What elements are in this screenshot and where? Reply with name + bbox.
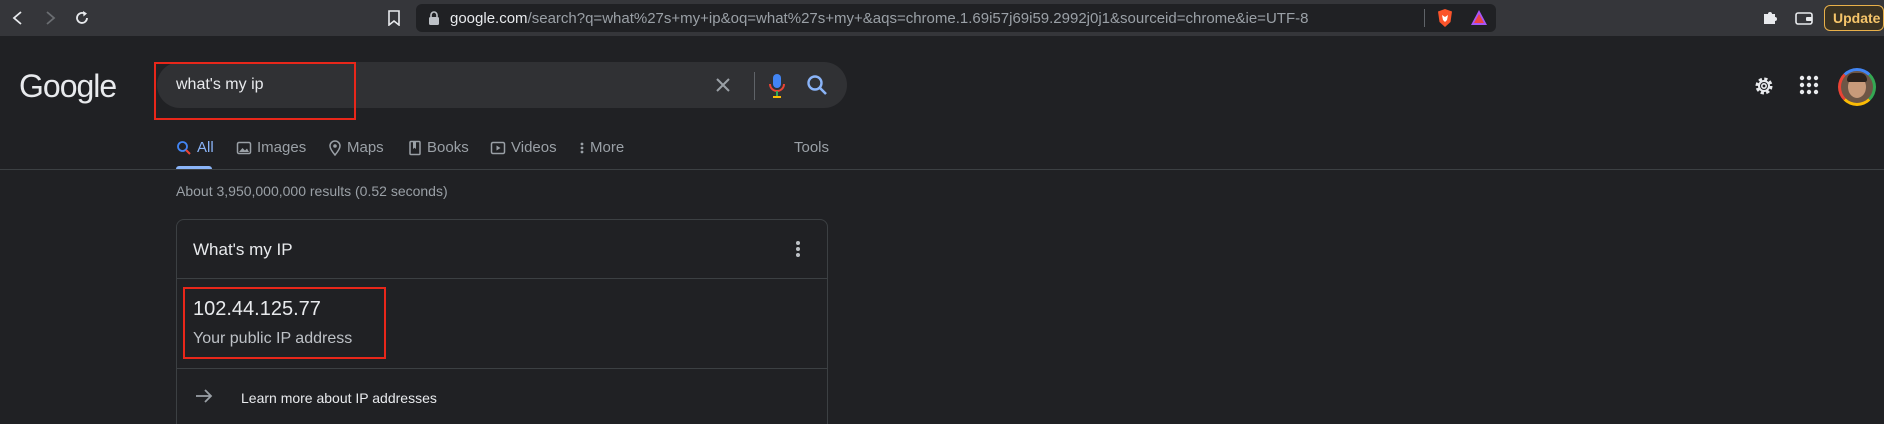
tab-books-label: Books [427, 139, 469, 156]
tab-images-label: Images [257, 139, 307, 156]
google-logo[interactable]: Google [19, 68, 117, 105]
map-pin-icon [328, 140, 342, 160]
tools-label: Tools [794, 139, 830, 156]
highlight-box-query [154, 62, 356, 120]
more-options-icon[interactable] [795, 240, 801, 263]
clear-icon[interactable] [714, 76, 732, 99]
address-url: google.com/search?q=what%27s+my+ip&oq=wh… [450, 10, 1308, 27]
card-title: What's my IP [193, 240, 293, 259]
highlight-box-ip [183, 287, 386, 359]
arrow-right-icon [195, 388, 213, 409]
tab-more-label: More [590, 139, 625, 156]
search-icon [176, 140, 192, 160]
tab-maps-label: Maps [347, 139, 384, 156]
extensions-icon[interactable] [1760, 8, 1780, 28]
search-separator [754, 72, 755, 100]
brave-rewards-icon[interactable] [1470, 9, 1488, 32]
result-stats: About 3,950,000,000 results (0.52 second… [176, 183, 448, 199]
lock-icon[interactable] [428, 11, 440, 30]
apps-grid-icon[interactable] [1798, 74, 1820, 101]
settings-gear-icon[interactable] [1752, 74, 1776, 103]
tab-videos-label: Videos [511, 139, 557, 156]
account-avatar[interactable] [1838, 68, 1876, 106]
brave-shield-icon[interactable] [1436, 8, 1454, 33]
search-icon[interactable] [806, 74, 828, 101]
reload-icon[interactable] [72, 8, 92, 28]
address-separator [1424, 9, 1425, 27]
bookmark-icon[interactable] [384, 8, 404, 28]
back-icon[interactable] [8, 8, 28, 28]
browser-toolbar: google.com/search?q=what%27s+my+ip&oq=wh… [0, 0, 1884, 36]
wallet-icon[interactable] [1794, 8, 1814, 28]
card-divider [177, 278, 827, 279]
learn-more-link[interactable]: Learn more about IP addresses [241, 390, 437, 406]
more-vert-icon [579, 140, 585, 160]
tabs-divider [0, 169, 1884, 170]
image-icon [236, 140, 252, 160]
book-icon [408, 140, 422, 160]
microphone-icon[interactable] [768, 73, 786, 104]
card-divider [177, 368, 827, 369]
url-host: google.com [450, 10, 528, 27]
video-icon [490, 140, 506, 160]
avatar-hair [1847, 73, 1867, 82]
update-button[interactable]: Update [1824, 5, 1884, 31]
url-path: /search?q=what%27s+my+ip&oq=what%27s+my+… [527, 10, 1309, 27]
tab-all-label: All [197, 139, 214, 156]
address-bar[interactable]: google.com/search?q=what%27s+my+ip&oq=wh… [416, 4, 1496, 32]
forward-icon[interactable] [40, 8, 60, 28]
